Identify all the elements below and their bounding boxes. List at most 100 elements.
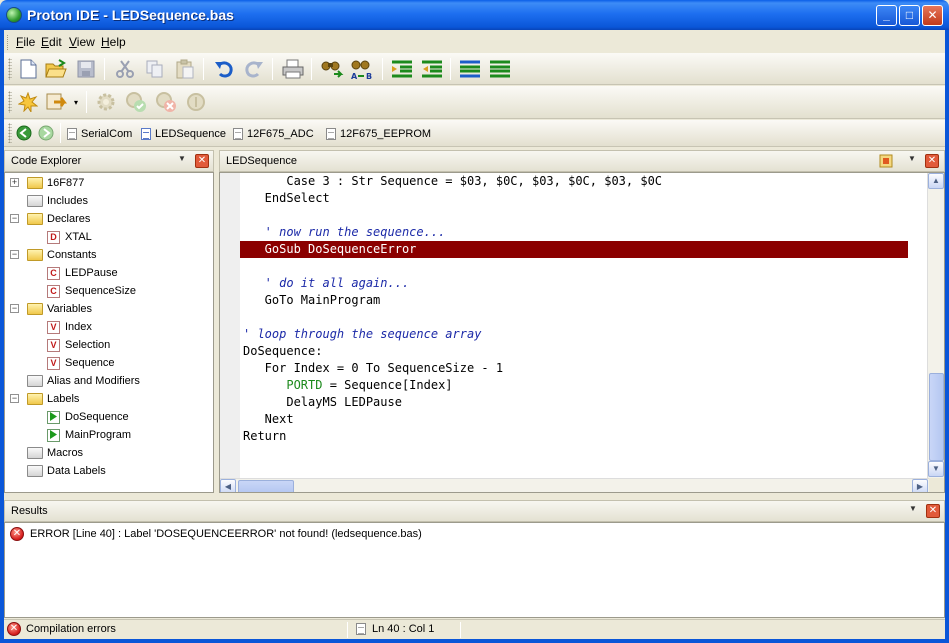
comment-button[interactable] bbox=[458, 57, 482, 81]
editor-tab-title[interactable]: LEDSequence bbox=[226, 155, 297, 167]
tab-12f675-eeprom[interactable]: 12F675_EEPROM bbox=[326, 128, 431, 140]
close-panel-icon[interactable]: ✕ bbox=[195, 154, 209, 168]
close-results-icon[interactable]: ✕ bbox=[926, 504, 940, 518]
editor-gutter[interactable] bbox=[220, 173, 240, 478]
tab-serialcom[interactable]: SerialCom bbox=[67, 128, 132, 140]
code-line[interactable]: EndSelect bbox=[243, 190, 330, 207]
scroll-down-button[interactable]: ▼ bbox=[928, 461, 944, 477]
toolbar-separator bbox=[382, 58, 383, 80]
document-icon bbox=[67, 128, 77, 140]
code-line[interactable]: ' now run the sequence... bbox=[243, 224, 446, 241]
new-project-button[interactable] bbox=[16, 90, 40, 114]
outdent-button[interactable] bbox=[420, 57, 444, 81]
editor-menu-arrow[interactable]: ▼ bbox=[908, 154, 916, 163]
find-button[interactable] bbox=[320, 57, 344, 81]
code-line[interactable]: Case 3 : Str Sequence = $03, $0C, $03, $… bbox=[243, 173, 662, 190]
tree-item[interactable]: Includes bbox=[27, 192, 88, 210]
results-menu-arrow[interactable]: ▼ bbox=[909, 504, 917, 513]
tree-item[interactable]: V Selection bbox=[47, 336, 110, 354]
highlighted-error-line[interactable]: GoSub DoSequenceError bbox=[240, 241, 908, 258]
cut-button[interactable] bbox=[113, 57, 137, 81]
compile-dropdown-arrow[interactable]: ▾ bbox=[74, 98, 78, 107]
tree-item[interactable]: C SequenceSize bbox=[47, 282, 136, 300]
menu-help[interactable]: Help bbox=[101, 35, 126, 49]
scroll-up-button[interactable]: ▲ bbox=[928, 173, 944, 189]
code-line[interactable]: For Index = 0 To SequenceSize - 1 bbox=[243, 360, 503, 377]
collapse-icon[interactable]: − bbox=[10, 304, 19, 313]
tab-12f675-adc[interactable]: 12F675_ADC bbox=[233, 128, 314, 140]
menu-view[interactable]: View bbox=[69, 35, 95, 49]
print-button[interactable] bbox=[281, 57, 305, 81]
label-icon bbox=[47, 428, 60, 442]
binoculars-icon bbox=[321, 61, 344, 78]
pin-icon[interactable] bbox=[879, 154, 893, 168]
menu-file[interactable]: File bbox=[16, 35, 35, 49]
collapse-icon[interactable]: − bbox=[10, 214, 19, 223]
paste-button[interactable] bbox=[173, 57, 197, 81]
close-button[interactable]: ✕ bbox=[922, 5, 943, 26]
new-file-button[interactable] bbox=[16, 57, 40, 81]
panel-menu-arrow[interactable]: ▼ bbox=[178, 154, 186, 163]
tree-item[interactable]: − Declares bbox=[10, 210, 90, 228]
tab-ledsequence[interactable]: LEDSequence bbox=[141, 128, 226, 140]
tree-item[interactable]: D XTAL bbox=[47, 228, 92, 246]
tree-item[interactable]: Data Labels bbox=[27, 462, 106, 480]
stop-button[interactable] bbox=[154, 90, 178, 114]
tree-item[interactable]: − Labels bbox=[10, 390, 79, 408]
redo-button[interactable] bbox=[242, 57, 266, 81]
title-bar[interactable]: Proton IDE - LEDSequence.bas _ □ ✕ bbox=[0, 0, 949, 30]
compile-program-button[interactable] bbox=[46, 90, 70, 114]
undo-button[interactable] bbox=[212, 57, 236, 81]
code-line[interactable]: PORTD = Sequence[Index] bbox=[243, 377, 452, 394]
copy-button[interactable] bbox=[143, 57, 167, 81]
collapse-icon[interactable]: − bbox=[10, 250, 19, 259]
tree-item[interactable]: +16F877 bbox=[10, 174, 84, 192]
tree-item[interactable]: V Sequence bbox=[47, 354, 115, 372]
variable-icon: V bbox=[47, 338, 60, 352]
nav-forward-button[interactable] bbox=[36, 122, 56, 144]
replace-button[interactable]: AB bbox=[350, 57, 374, 81]
nav-back-button[interactable] bbox=[14, 122, 34, 144]
code-editor[interactable]: Case 3 : Str Sequence = $03, $0C, $03, $… bbox=[219, 172, 945, 493]
app-icon[interactable] bbox=[6, 7, 22, 23]
folder-icon bbox=[27, 447, 43, 459]
code-line[interactable]: ' loop through the sequence array bbox=[243, 326, 481, 343]
printer-icon bbox=[282, 59, 304, 79]
tree-item[interactable]: − Constants bbox=[10, 246, 97, 264]
build-gear-button[interactable] bbox=[94, 90, 118, 114]
code-line[interactable]: ' do it all again... bbox=[243, 275, 410, 292]
verify-button[interactable] bbox=[124, 90, 148, 114]
code-line[interactable]: DelayMS LEDPause bbox=[243, 394, 402, 411]
maximize-button[interactable]: □ bbox=[899, 5, 920, 26]
expand-icon[interactable]: + bbox=[10, 178, 19, 187]
open-file-button[interactable] bbox=[44, 57, 68, 81]
horizontal-scrollbar[interactable]: ◀ ▶ bbox=[220, 478, 929, 492]
collapse-icon[interactable]: − bbox=[10, 394, 19, 403]
scroll-right-button[interactable]: ▶ bbox=[912, 479, 928, 492]
horizontal-scroll-thumb[interactable] bbox=[238, 480, 294, 492]
tree-item[interactable]: C LEDPause bbox=[47, 264, 118, 282]
close-editor-icon[interactable]: ✕ bbox=[925, 154, 939, 168]
vertical-scroll-thumb[interactable] bbox=[929, 373, 944, 461]
save-button[interactable] bbox=[74, 57, 98, 81]
code-line[interactable]: GoTo MainProgram bbox=[243, 292, 381, 309]
tree-item[interactable]: Macros bbox=[27, 444, 83, 462]
info-button[interactable] bbox=[184, 90, 208, 114]
tree-item[interactable]: Alias and Modifiers bbox=[27, 372, 140, 390]
tree-item[interactable]: V Index bbox=[47, 318, 92, 336]
tree-item[interactable]: MainProgram bbox=[47, 426, 131, 444]
status-separator bbox=[460, 622, 461, 638]
vertical-scrollbar[interactable]: ▲ ▼ bbox=[927, 173, 944, 478]
scroll-left-button[interactable]: ◀ bbox=[220, 479, 236, 492]
error-message-row[interactable]: ✕ ERROR [Line 40] : Label 'DOSEQUENCEERR… bbox=[10, 527, 422, 541]
outdent-icon bbox=[422, 60, 442, 78]
minimize-button[interactable]: _ bbox=[876, 5, 897, 26]
code-line[interactable]: Next bbox=[243, 411, 294, 428]
tree-item[interactable]: DoSequence bbox=[47, 408, 129, 426]
tree-item[interactable]: − Variables bbox=[10, 300, 92, 318]
code-line[interactable]: DoSequence: bbox=[243, 343, 322, 360]
uncomment-button[interactable] bbox=[488, 57, 512, 81]
menu-edit[interactable]: Edit bbox=[41, 35, 62, 49]
code-line[interactable]: Return bbox=[243, 428, 286, 445]
indent-button[interactable] bbox=[390, 57, 414, 81]
